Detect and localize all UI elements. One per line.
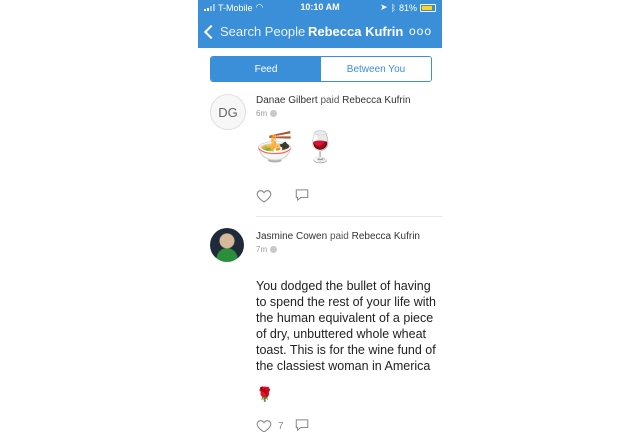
tab-feed[interactable]: Feed (211, 57, 321, 81)
page-title: Rebecca Kufrin (308, 24, 404, 39)
status-bar: T-Mobile ◠ 10:10 AM ➤ ᛒ 81% (198, 0, 442, 14)
story-time-row: 6m (256, 107, 431, 120)
story-verb: paid (320, 95, 340, 106)
comment-button[interactable] (294, 188, 310, 202)
back-label: Search People (220, 24, 306, 39)
segmented-tabs: Feed Between You (210, 56, 432, 82)
rose-emoji: 🌹 (256, 386, 274, 402)
comment-icon (295, 419, 309, 432)
story-header: Jasmine Cowen paid Rebecca Kufrin 7m (256, 230, 431, 256)
payer-name[interactable]: Jasmine Cowen (256, 231, 327, 242)
location-icon: ➤ (380, 2, 388, 12)
nav-bar: Search People Rebecca Kufrin ooo (198, 18, 442, 46)
phone-screen: T-Mobile ◠ 10:10 AM ➤ ᛒ 81% Search Peopl… (198, 0, 442, 432)
comment-button[interactable] (294, 418, 310, 432)
tab-between-you[interactable]: Between You (321, 57, 431, 81)
header: T-Mobile ◠ 10:10 AM ➤ ᛒ 81% Search Peopl… (198, 0, 442, 48)
like-count: 7 (278, 420, 284, 432)
divider (256, 216, 442, 217)
story-time: 6m (256, 109, 268, 118)
like-button[interactable]: 7 (256, 418, 284, 432)
avatar[interactable]: DG (210, 94, 246, 130)
payer-name[interactable]: Danae Gilbert (256, 95, 318, 106)
story-verb: paid (329, 231, 349, 242)
story-header: Danae Gilbert paid Rebecca Kufrin 6m (256, 94, 431, 120)
story-message: You dodged the bullet of having to spend… (256, 279, 436, 373)
payee-name[interactable]: Rebecca Kufrin (342, 95, 410, 106)
battery-percent: 81% (398, 2, 417, 13)
payee-name[interactable]: Rebecca Kufrin (352, 231, 420, 242)
globe-icon (270, 246, 278, 253)
heart-icon (256, 420, 272, 432)
story-emojis: 🍜 🍷 (256, 131, 340, 164)
battery-icon (420, 3, 436, 12)
chevron-left-icon (203, 24, 219, 39)
comment-icon (295, 189, 309, 202)
like-button[interactable] (256, 188, 272, 204)
avatar[interactable] (210, 228, 244, 262)
status-right: ➤ ᛒ 81% (380, 2, 436, 13)
heart-icon (256, 190, 272, 203)
more-options-icon[interactable]: ooo (409, 24, 432, 38)
back-button[interactable]: Search People (203, 24, 305, 39)
story-time-row: 7m (256, 243, 431, 256)
bluetooth-icon: ᛒ (390, 2, 396, 13)
globe-icon (270, 110, 278, 117)
story-time: 7m (256, 245, 268, 254)
